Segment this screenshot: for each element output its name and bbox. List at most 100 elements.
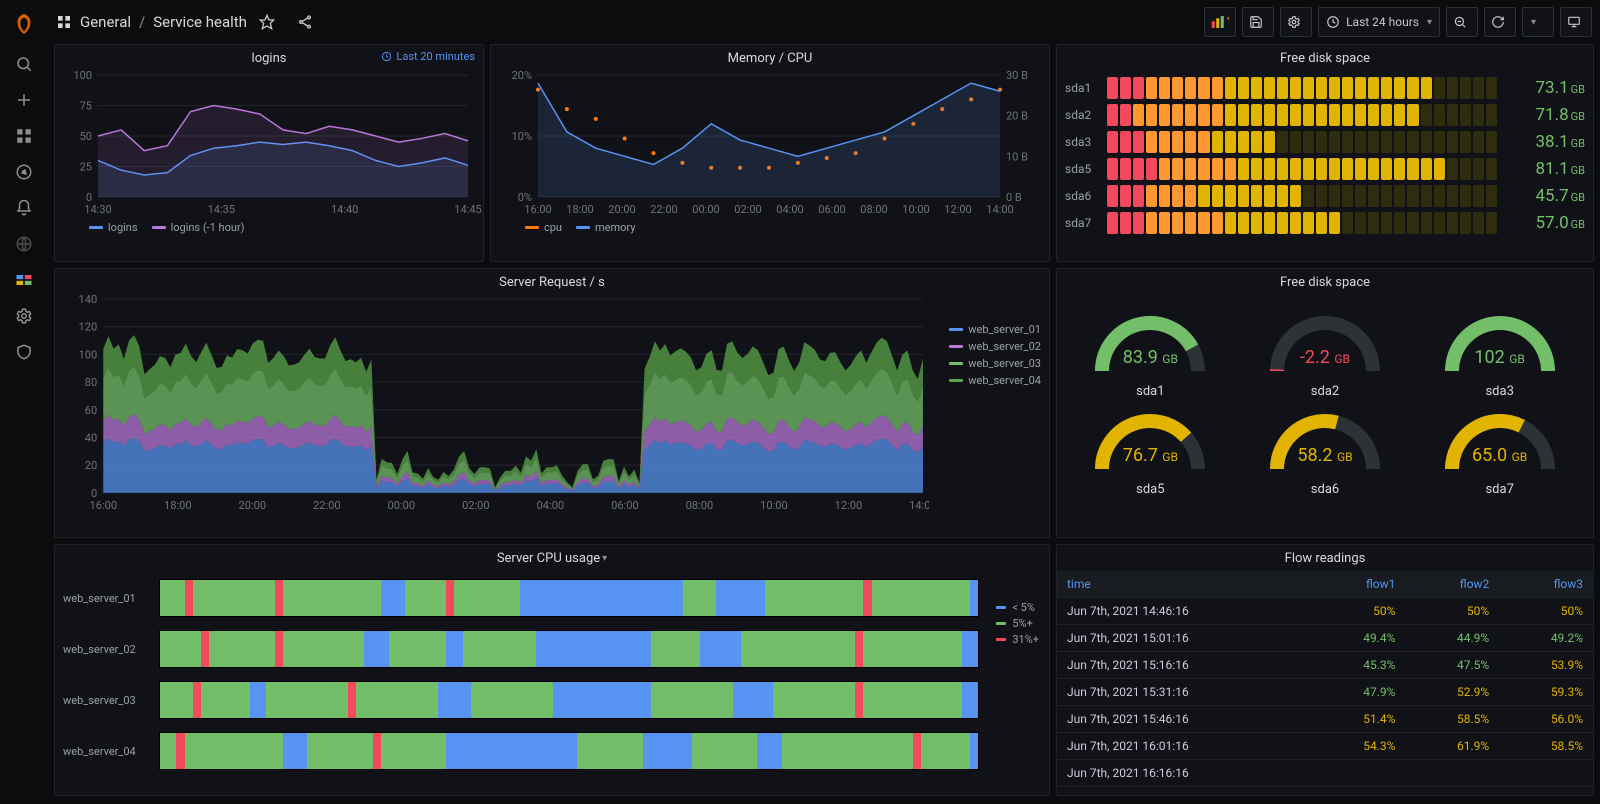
time-range-picker[interactable]: Last 24 hours ▾ (1318, 7, 1440, 37)
server-request-chart: 02040608010012014016:0018:0020:0022:0000… (63, 295, 929, 515)
svg-text:08:00: 08:00 (686, 499, 714, 512)
star-icon (259, 14, 275, 30)
gear-icon[interactable] (4, 300, 44, 332)
panel-logins[interactable]: logins Last 20 minutes 025507510014:3014… (54, 44, 484, 262)
page-title[interactable]: Service health (153, 13, 247, 31)
panel-title: logins (252, 51, 287, 66)
integrations-icon[interactable] (4, 264, 44, 296)
disk-heat-rows: sda173.1GBsda271.8GBsda338.1GBsda581.1GB… (1065, 71, 1585, 240)
apps-icon[interactable] (4, 120, 44, 152)
disk-row: sda581.1GB (1065, 158, 1585, 180)
disk-row: sda757.0GB (1065, 212, 1585, 234)
svg-text:06:00: 06:00 (611, 499, 639, 512)
share-icon (297, 14, 313, 30)
panel-flow-readings[interactable]: Flow readings timeflow1flow2flow3Jun 7th… (1056, 544, 1594, 796)
svg-text:00:00: 00:00 (692, 203, 719, 216)
svg-text:16:00: 16:00 (524, 203, 551, 216)
flow-table: timeflow1flow2flow3Jun 7th, 2021 14:46:1… (1057, 571, 1593, 787)
share-button[interactable] (291, 7, 323, 37)
zoom-out-icon (1453, 15, 1467, 29)
search-icon[interactable] (4, 48, 44, 80)
svg-text:14:00: 14:00 (909, 499, 929, 512)
panel-server-cpu[interactable]: Server CPU usage▾ web_server_01web_serve… (54, 544, 1050, 796)
svg-text:14:45: 14:45 (454, 203, 481, 216)
svg-text:100: 100 (79, 348, 98, 361)
breadcrumb: General / Service health (56, 13, 247, 31)
disk-row: sda271.8GB (1065, 104, 1585, 126)
panel-memory-cpu[interactable]: Memory / CPU 0%10%20%0 B10 B20 B30 B16:0… (490, 44, 1050, 262)
gauge-sda5: 76.7 GBsda5 (1067, 399, 1234, 497)
svg-text:120: 120 (79, 321, 98, 334)
svg-text:20 B: 20 B (1006, 110, 1028, 123)
svg-text:10%: 10% (512, 130, 532, 143)
svg-text:12:00: 12:00 (835, 499, 863, 512)
svg-text:0: 0 (91, 487, 97, 500)
svg-text:22:00: 22:00 (650, 203, 677, 216)
chevron-down-icon[interactable]: ▾ (602, 553, 607, 564)
panel-title: Server Request / s (499, 275, 605, 290)
svg-text:+: + (1227, 15, 1229, 24)
table-row: Jun 7th, 2021 15:01:1649.4%44.9%49.2% (1057, 625, 1593, 652)
cpu-lane: web_server_04 (63, 732, 979, 770)
svg-text:04:00: 04:00 (776, 203, 803, 216)
add-panel-button[interactable]: + (1204, 7, 1236, 37)
save-button[interactable] (1242, 7, 1274, 37)
svg-text:50: 50 (80, 130, 92, 143)
explore-icon[interactable] (4, 156, 44, 188)
svg-text:10:00: 10:00 (902, 203, 929, 216)
panel-free-disk-gauge[interactable]: Free disk space 83.9 GBsda1-2.2 GBsda210… (1056, 268, 1594, 538)
shield-icon[interactable] (4, 336, 44, 368)
svg-text:20:00: 20:00 (239, 499, 267, 512)
legend: loginslogins (-1 hour) (55, 219, 483, 236)
logins-chart: 025507510014:3014:3514:4014:45 (55, 71, 483, 219)
cpu-lane: web_server_03 (63, 681, 979, 719)
time-range-label: Last 24 hours (1346, 15, 1419, 29)
svg-text:20%: 20% (512, 71, 532, 82)
svg-text:06:00: 06:00 (818, 203, 845, 216)
panel-free-disk-heat[interactable]: Free disk space sda173.1GBsda271.8GBsda3… (1056, 44, 1594, 262)
legend: < 5%5%+31%+ (996, 601, 1039, 649)
chevron-down-icon: ▾ (1427, 17, 1432, 28)
globe-icon[interactable] (4, 228, 44, 260)
save-icon (1249, 15, 1263, 29)
svg-text:25: 25 (80, 161, 92, 174)
panel-title: Free disk space (1280, 51, 1370, 66)
svg-text:14:35: 14:35 (208, 203, 235, 216)
gauge-sda6: 58.2 GBsda6 (1242, 399, 1409, 497)
tv-mode-button[interactable] (1560, 7, 1592, 37)
refresh-button[interactable] (1484, 7, 1516, 37)
svg-text:75: 75 (80, 100, 92, 113)
disk-row: sda338.1GB (1065, 131, 1585, 153)
svg-text:140: 140 (79, 295, 98, 306)
svg-text:00:00: 00:00 (388, 499, 416, 512)
table-row: Jun 7th, 2021 15:16:1645.3%47.5%53.9% (1057, 652, 1593, 679)
panel-title: Memory / CPU (728, 51, 813, 66)
bell-icon[interactable] (4, 192, 44, 224)
panel-title: Free disk space (1280, 275, 1370, 290)
plus-icon[interactable] (4, 84, 44, 116)
favorite-button[interactable] (253, 7, 285, 37)
refresh-icon (1491, 15, 1505, 29)
grafana-logo-icon[interactable] (4, 4, 44, 44)
refresh-interval-button[interactable]: ▾ (1522, 7, 1554, 37)
panel-title: Server CPU usage (497, 551, 600, 566)
legend: cpumemory (491, 219, 1049, 236)
zoom-out-button[interactable] (1446, 7, 1478, 37)
dashboard-icon (56, 14, 72, 30)
settings-button[interactable] (1280, 7, 1312, 37)
panel-subtitle: Last 20 minutes (381, 50, 475, 63)
table-row: Jun 7th, 2021 15:31:1647.9%52.9%59.3% (1057, 679, 1593, 706)
svg-text:30 B: 30 B (1006, 71, 1028, 82)
breadcrumb-folder[interactable]: General (80, 13, 131, 31)
gauge-sda2: -2.2 GBsda2 (1242, 301, 1409, 399)
svg-text:100: 100 (73, 71, 92, 82)
svg-text:18:00: 18:00 (566, 203, 593, 216)
panel-server-request[interactable]: Server Request / s 02040608010012014016:… (54, 268, 1050, 538)
disk-row: sda645.7GB (1065, 185, 1585, 207)
chevron-down-icon: ▾ (1531, 17, 1536, 28)
table-header: flow1 (1312, 571, 1406, 598)
svg-text:02:00: 02:00 (462, 499, 490, 512)
panel-title: Flow readings (1285, 551, 1366, 566)
svg-text:22:00: 22:00 (313, 499, 341, 512)
svg-text:20: 20 (85, 459, 97, 472)
